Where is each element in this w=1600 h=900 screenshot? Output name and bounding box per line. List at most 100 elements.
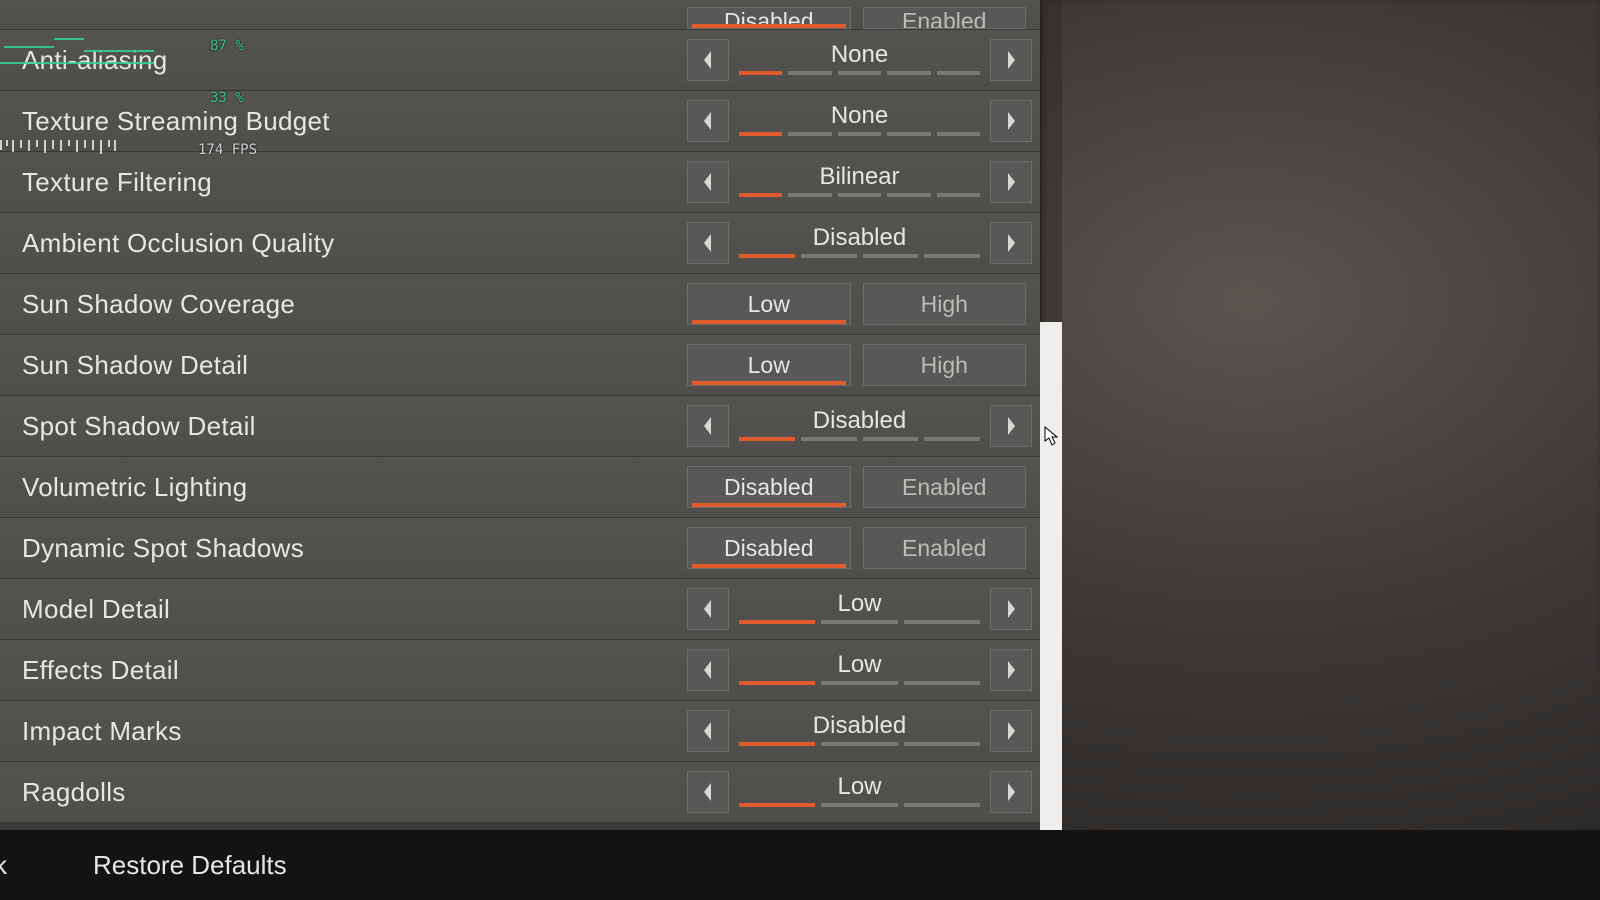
setting-row-dynamic-spot-shadows: Dynamic Spot ShadowsDisabled Enabled bbox=[0, 518, 1040, 579]
spinner-segments bbox=[739, 437, 980, 441]
chevron-left-icon[interactable] bbox=[687, 39, 729, 81]
chevron-left-icon[interactable] bbox=[687, 649, 729, 691]
setting-label: Sun Shadow Detail bbox=[22, 350, 687, 381]
toggle-option[interactable]: Enabled bbox=[863, 527, 1027, 569]
setting-control: Low High bbox=[687, 283, 1042, 325]
setting-control: Disabled bbox=[687, 222, 1042, 264]
spinner-segments bbox=[739, 620, 980, 624]
chevron-right-icon[interactable] bbox=[990, 161, 1032, 203]
setting-row-effects-detail: Effects Detail Low bbox=[0, 640, 1040, 701]
video-settings-panel: DisabledEnabled Anti-aliasingNoneTexture… bbox=[0, 0, 1041, 830]
toggle-option[interactable]: Disabled bbox=[687, 7, 851, 29]
toggle-option[interactable]: Low bbox=[687, 283, 851, 325]
chevron-left-icon[interactable] bbox=[687, 100, 729, 142]
toggle-group: Disabled Enabled bbox=[687, 466, 1032, 508]
spinner-value-area[interactable]: Disabled bbox=[739, 405, 980, 447]
spinner-segments bbox=[739, 71, 980, 75]
spinner-segments bbox=[739, 742, 980, 746]
toggle-option[interactable]: High bbox=[863, 344, 1027, 386]
setting-label: Ragdolls bbox=[22, 777, 687, 808]
setting-label: Texture Streaming Budget bbox=[22, 106, 687, 137]
back-button-fragment[interactable]: k bbox=[0, 850, 7, 881]
setting-label: Sun Shadow Coverage bbox=[22, 289, 687, 320]
spinner-value: Low bbox=[837, 653, 881, 677]
spinner-segments bbox=[739, 193, 980, 197]
spinner-value-area[interactable]: Bilinear bbox=[739, 161, 980, 203]
toggle-group: Low High bbox=[687, 344, 1032, 386]
setting-control: Low bbox=[687, 649, 1042, 691]
setting-label: Model Detail bbox=[22, 594, 687, 625]
spinner-segments bbox=[739, 803, 980, 807]
setting-control: None bbox=[687, 39, 1042, 81]
chevron-right-icon[interactable] bbox=[990, 39, 1032, 81]
setting-control: Disabled Enabled bbox=[687, 7, 1040, 29]
toggle-option[interactable]: Disabled bbox=[687, 527, 851, 569]
spinner-segments bbox=[739, 681, 980, 685]
setting-label: Spot Shadow Detail bbox=[22, 411, 687, 442]
spinner-value-area[interactable]: Low bbox=[739, 588, 980, 630]
chevron-left-icon[interactable] bbox=[687, 405, 729, 447]
spinner-value: Low bbox=[837, 592, 881, 616]
setting-row-volumetric-lighting: Volumetric LightingDisabled Enabled bbox=[0, 457, 1040, 518]
chevron-right-icon[interactable] bbox=[990, 588, 1032, 630]
setting-label: Texture Filtering bbox=[22, 167, 687, 198]
chevron-right-icon[interactable] bbox=[990, 222, 1032, 264]
setting-control: None bbox=[687, 100, 1042, 142]
spinner-value: Bilinear bbox=[819, 165, 899, 189]
spinner-value-area[interactable]: None bbox=[739, 100, 980, 142]
toggle-option[interactable]: Disabled bbox=[687, 466, 851, 508]
chevron-left-icon[interactable] bbox=[687, 222, 729, 264]
chevron-left-icon[interactable] bbox=[687, 588, 729, 630]
setting-control: Disabled bbox=[687, 710, 1042, 752]
setting-row-model-detail: Model Detail Low bbox=[0, 579, 1040, 640]
spinner-segments bbox=[739, 254, 980, 258]
spinner-value: Low bbox=[837, 775, 881, 799]
chevron-right-icon[interactable] bbox=[990, 100, 1032, 142]
toggle-option[interactable]: Low bbox=[687, 344, 851, 386]
spinner-value: Disabled bbox=[813, 409, 906, 433]
spinner-segments bbox=[739, 132, 980, 136]
settings-rows: DisabledEnabled Anti-aliasingNoneTexture… bbox=[0, 0, 1040, 823]
setting-row-spot-shadow-detail: Spot Shadow Detail Disabled bbox=[0, 396, 1040, 457]
restore-defaults-button[interactable]: Restore Defaults bbox=[93, 850, 287, 881]
chevron-right-icon[interactable] bbox=[990, 771, 1032, 813]
spinner-value-area[interactable]: None bbox=[739, 39, 980, 81]
setting-control: Disabled Enabled bbox=[687, 466, 1042, 508]
setting-row-sun-shadow-coverage: Sun Shadow CoverageLow High bbox=[0, 274, 1040, 335]
setting-label: Ambient Occlusion Quality bbox=[22, 228, 687, 259]
setting-control: Bilinear bbox=[687, 161, 1042, 203]
chevron-right-icon[interactable] bbox=[990, 649, 1032, 691]
chevron-left-icon[interactable] bbox=[687, 710, 729, 752]
spinner-value: None bbox=[831, 104, 888, 128]
toggle-option[interactable]: Enabled bbox=[863, 466, 1027, 508]
setting-label: Volumetric Lighting bbox=[22, 472, 687, 503]
scrollbar-thumb[interactable] bbox=[1040, 322, 1062, 830]
setting-label: Impact Marks bbox=[22, 716, 687, 747]
chevron-right-icon[interactable] bbox=[990, 405, 1032, 447]
setting-row-texture-filtering: Texture Filtering Bilinear bbox=[0, 152, 1040, 213]
setting-row-texture-streaming-budget: Texture Streaming Budget None bbox=[0, 91, 1040, 152]
chevron-left-icon[interactable] bbox=[687, 161, 729, 203]
setting-label: Dynamic Spot Shadows bbox=[22, 533, 687, 564]
toggle-option[interactable]: High bbox=[863, 283, 1027, 325]
setting-row-partial: Disabled Enabled bbox=[0, 0, 1040, 30]
mouse-cursor-icon bbox=[1044, 426, 1058, 446]
toggle-group: Disabled Enabled bbox=[687, 527, 1032, 569]
spinner-value-area[interactable]: Disabled bbox=[739, 710, 980, 752]
toggle-option[interactable]: Enabled bbox=[863, 7, 1027, 29]
chevron-left-icon[interactable] bbox=[687, 771, 729, 813]
chevron-right-icon[interactable] bbox=[990, 710, 1032, 752]
setting-row-impact-marks: Impact Marks Disabled bbox=[0, 701, 1040, 762]
spinner-value-area[interactable]: Low bbox=[739, 649, 980, 691]
scrollbar-track[interactable] bbox=[1040, 0, 1062, 830]
setting-label: Anti-aliasing bbox=[22, 45, 687, 76]
footer-bar: k Restore Defaults bbox=[0, 830, 1600, 900]
setting-label: Effects Detail bbox=[22, 655, 687, 686]
setting-control: Disabled Enabled bbox=[687, 527, 1042, 569]
setting-row-ambient-occlusion: Ambient Occlusion Quality Disabled bbox=[0, 213, 1040, 274]
setting-row-sun-shadow-detail: Sun Shadow DetailLow High bbox=[0, 335, 1040, 396]
spinner-value-area[interactable]: Disabled bbox=[739, 222, 980, 264]
setting-row-anti-aliasing: Anti-aliasing None bbox=[0, 30, 1040, 91]
setting-control: Disabled bbox=[687, 405, 1042, 447]
spinner-value-area[interactable]: Low bbox=[739, 771, 980, 813]
